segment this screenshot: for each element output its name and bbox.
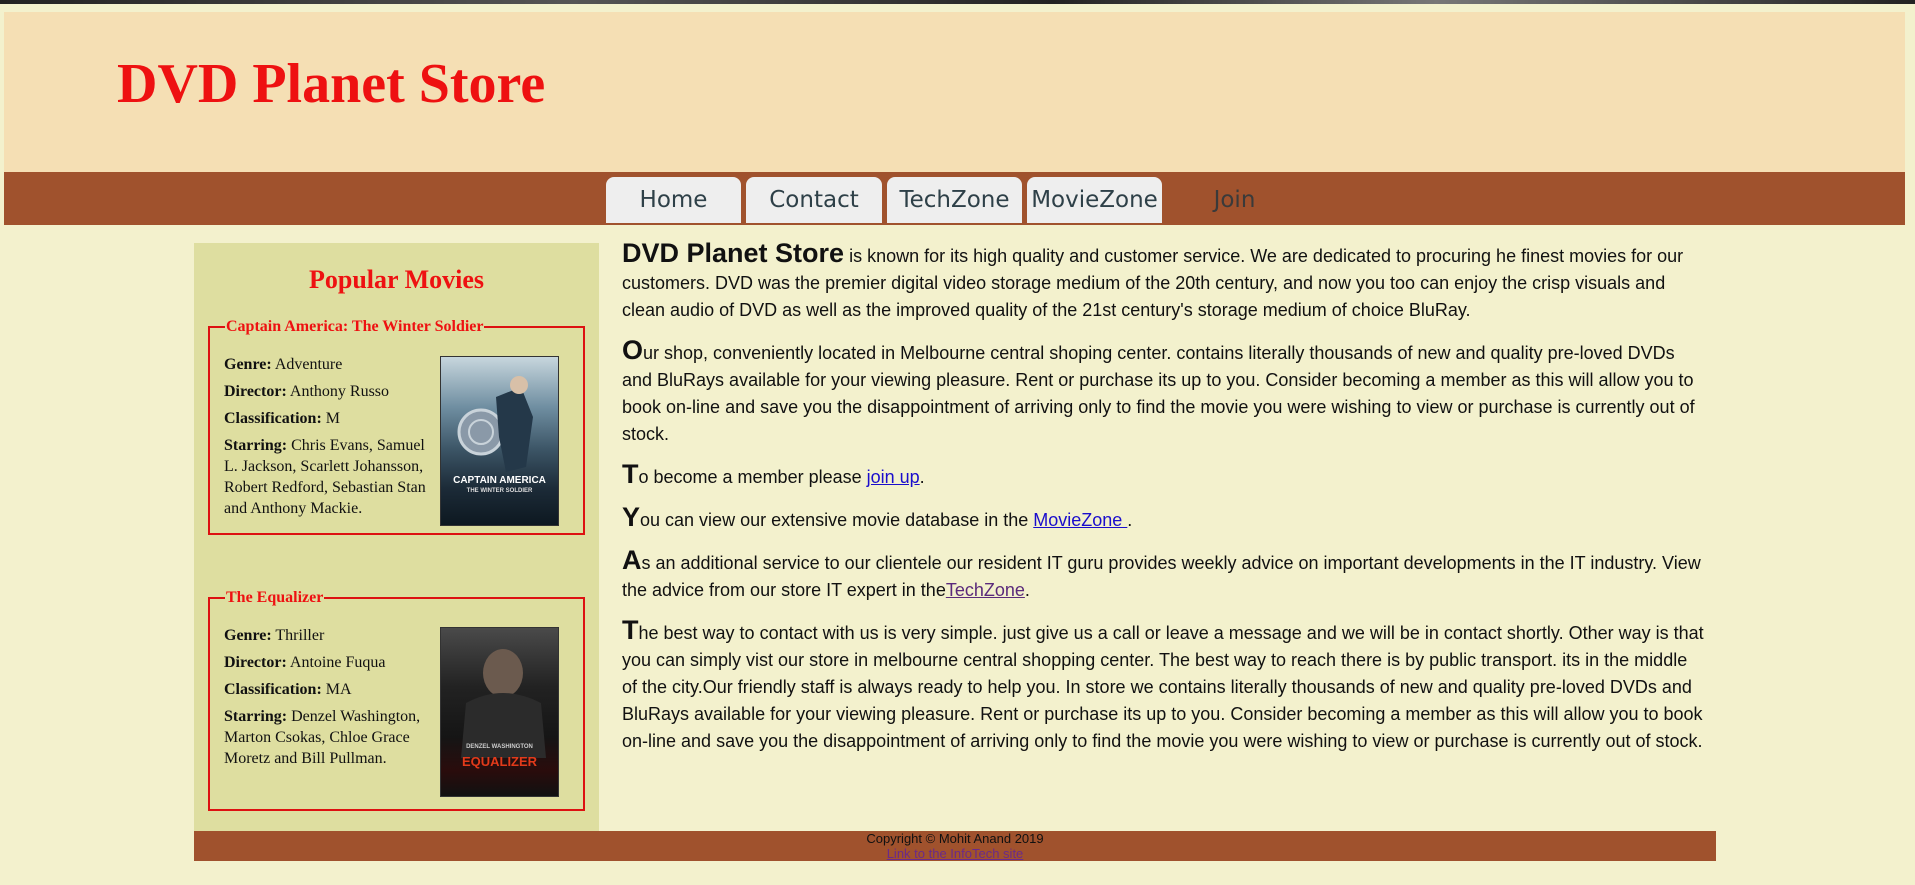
poster-subcaption: THE WINTER SOLDIER [466, 488, 533, 494]
intro-paragraph: DVD Planet Store is known for its high q… [622, 240, 1705, 324]
director-label: Director: [224, 654, 287, 671]
genre-label: Genre: [224, 627, 272, 644]
movie-poster-image: DENZEL WASHINGTON EQUALIZER [440, 627, 559, 797]
director-label: Director: [224, 383, 287, 400]
intro-lead: DVD Planet Store [622, 238, 845, 268]
moviezone-end: . [1127, 510, 1133, 530]
shop-text: ur shop, conveniently located in Melbour… [622, 343, 1695, 444]
nav-join[interactable]: Join [1167, 177, 1302, 223]
drop-cap: T [622, 615, 639, 645]
site-footer: Copyright © Mohit Anand 2019 Link to the… [194, 831, 1716, 861]
movie-poster-image: CAPTAIN AMERICA THE WINTER SOLDIER [440, 356, 559, 526]
drop-cap: O [622, 335, 644, 365]
member-end: . [919, 467, 925, 487]
join-up-link[interactable]: join up [867, 467, 920, 487]
nav-contact[interactable]: Contact [746, 177, 882, 223]
nav-bar: Home Contact TechZone MovieZone Join [4, 172, 1905, 225]
techzone-end: . [1024, 580, 1030, 600]
poster-caption: EQUALIZER [461, 754, 538, 769]
movie-classification: MA [325, 681, 352, 698]
poster-subcaption: DENZEL WASHINGTON [466, 744, 533, 750]
movie-details: Genre: Adventure Director: Anthony Russo… [224, 354, 439, 525]
drop-cap: A [622, 545, 642, 575]
movie-title: The Equalizer [226, 589, 324, 606]
moviezone-text: ou can view our extensive movie database… [640, 510, 1034, 530]
member-text: o become a member please [638, 467, 867, 487]
poster-caption: CAPTAIN AMERICA [453, 475, 546, 486]
techzone-link[interactable]: TechZone [946, 580, 1025, 600]
popular-movies-sidebar: Popular Movies Captain America: The Wint… [194, 243, 599, 831]
movie-title: Captain America: The Winter Soldier [226, 318, 484, 335]
moviezone-link[interactable]: MovieZone [1033, 510, 1127, 530]
classification-label: Classification: [224, 410, 322, 427]
copyright-text: Copyright © Mohit Anand 2019 [866, 831, 1044, 846]
drop-cap: T [622, 459, 639, 489]
browser-top-strip [0, 0, 1915, 4]
site-header: DVD Planet Store [4, 12, 1905, 172]
shop-paragraph: Our shop, conveniently located in Melbou… [622, 337, 1705, 448]
movie-card-equalizer: The Equalizer Genre: Thriller Director: … [208, 589, 585, 811]
movie-details: Genre: Thriller Director: Antoine Fuqua … [224, 625, 439, 775]
contact-text: he best way to contact with us is very s… [622, 623, 1704, 751]
sidebar-heading: Popular Movies [308, 265, 485, 294]
techzone-text: s an additional service to our clientele… [622, 553, 1701, 600]
genre-label: Genre: [224, 356, 272, 373]
starring-label: Starring: [224, 708, 288, 725]
main-content: DVD Planet Store is known for its high q… [622, 240, 1705, 768]
movie-classification: M [325, 410, 341, 427]
nav-home[interactable]: Home [606, 177, 741, 223]
member-paragraph: To become a member please join up. [622, 461, 1705, 491]
site-title: DVD Planet Store [117, 53, 546, 115]
nav-moviezone[interactable]: MovieZone [1027, 177, 1162, 223]
movie-director: Antoine Fuqua [289, 654, 386, 671]
figure-silhouette-icon [461, 649, 546, 758]
movie-card-captain-america: Captain America: The Winter Soldier Genr… [208, 318, 585, 535]
moviezone-paragraph: You can view our extensive movie databas… [622, 504, 1705, 534]
contact-paragraph: The best way to contact with us is very … [622, 617, 1705, 755]
movie-genre: Adventure [274, 356, 343, 373]
movie-director: Anthony Russo [289, 383, 390, 400]
movie-genre: Thriller [275, 627, 325, 644]
drop-cap: Y [622, 502, 641, 532]
shield-figure-icon [457, 376, 533, 472]
nav-techzone[interactable]: TechZone [887, 177, 1022, 223]
techzone-paragraph: As an additional service to our clientel… [622, 547, 1705, 604]
infotech-link[interactable]: Link to the InfoTech site [887, 846, 1024, 861]
classification-label: Classification: [224, 681, 322, 698]
starring-label: Starring: [224, 437, 288, 454]
